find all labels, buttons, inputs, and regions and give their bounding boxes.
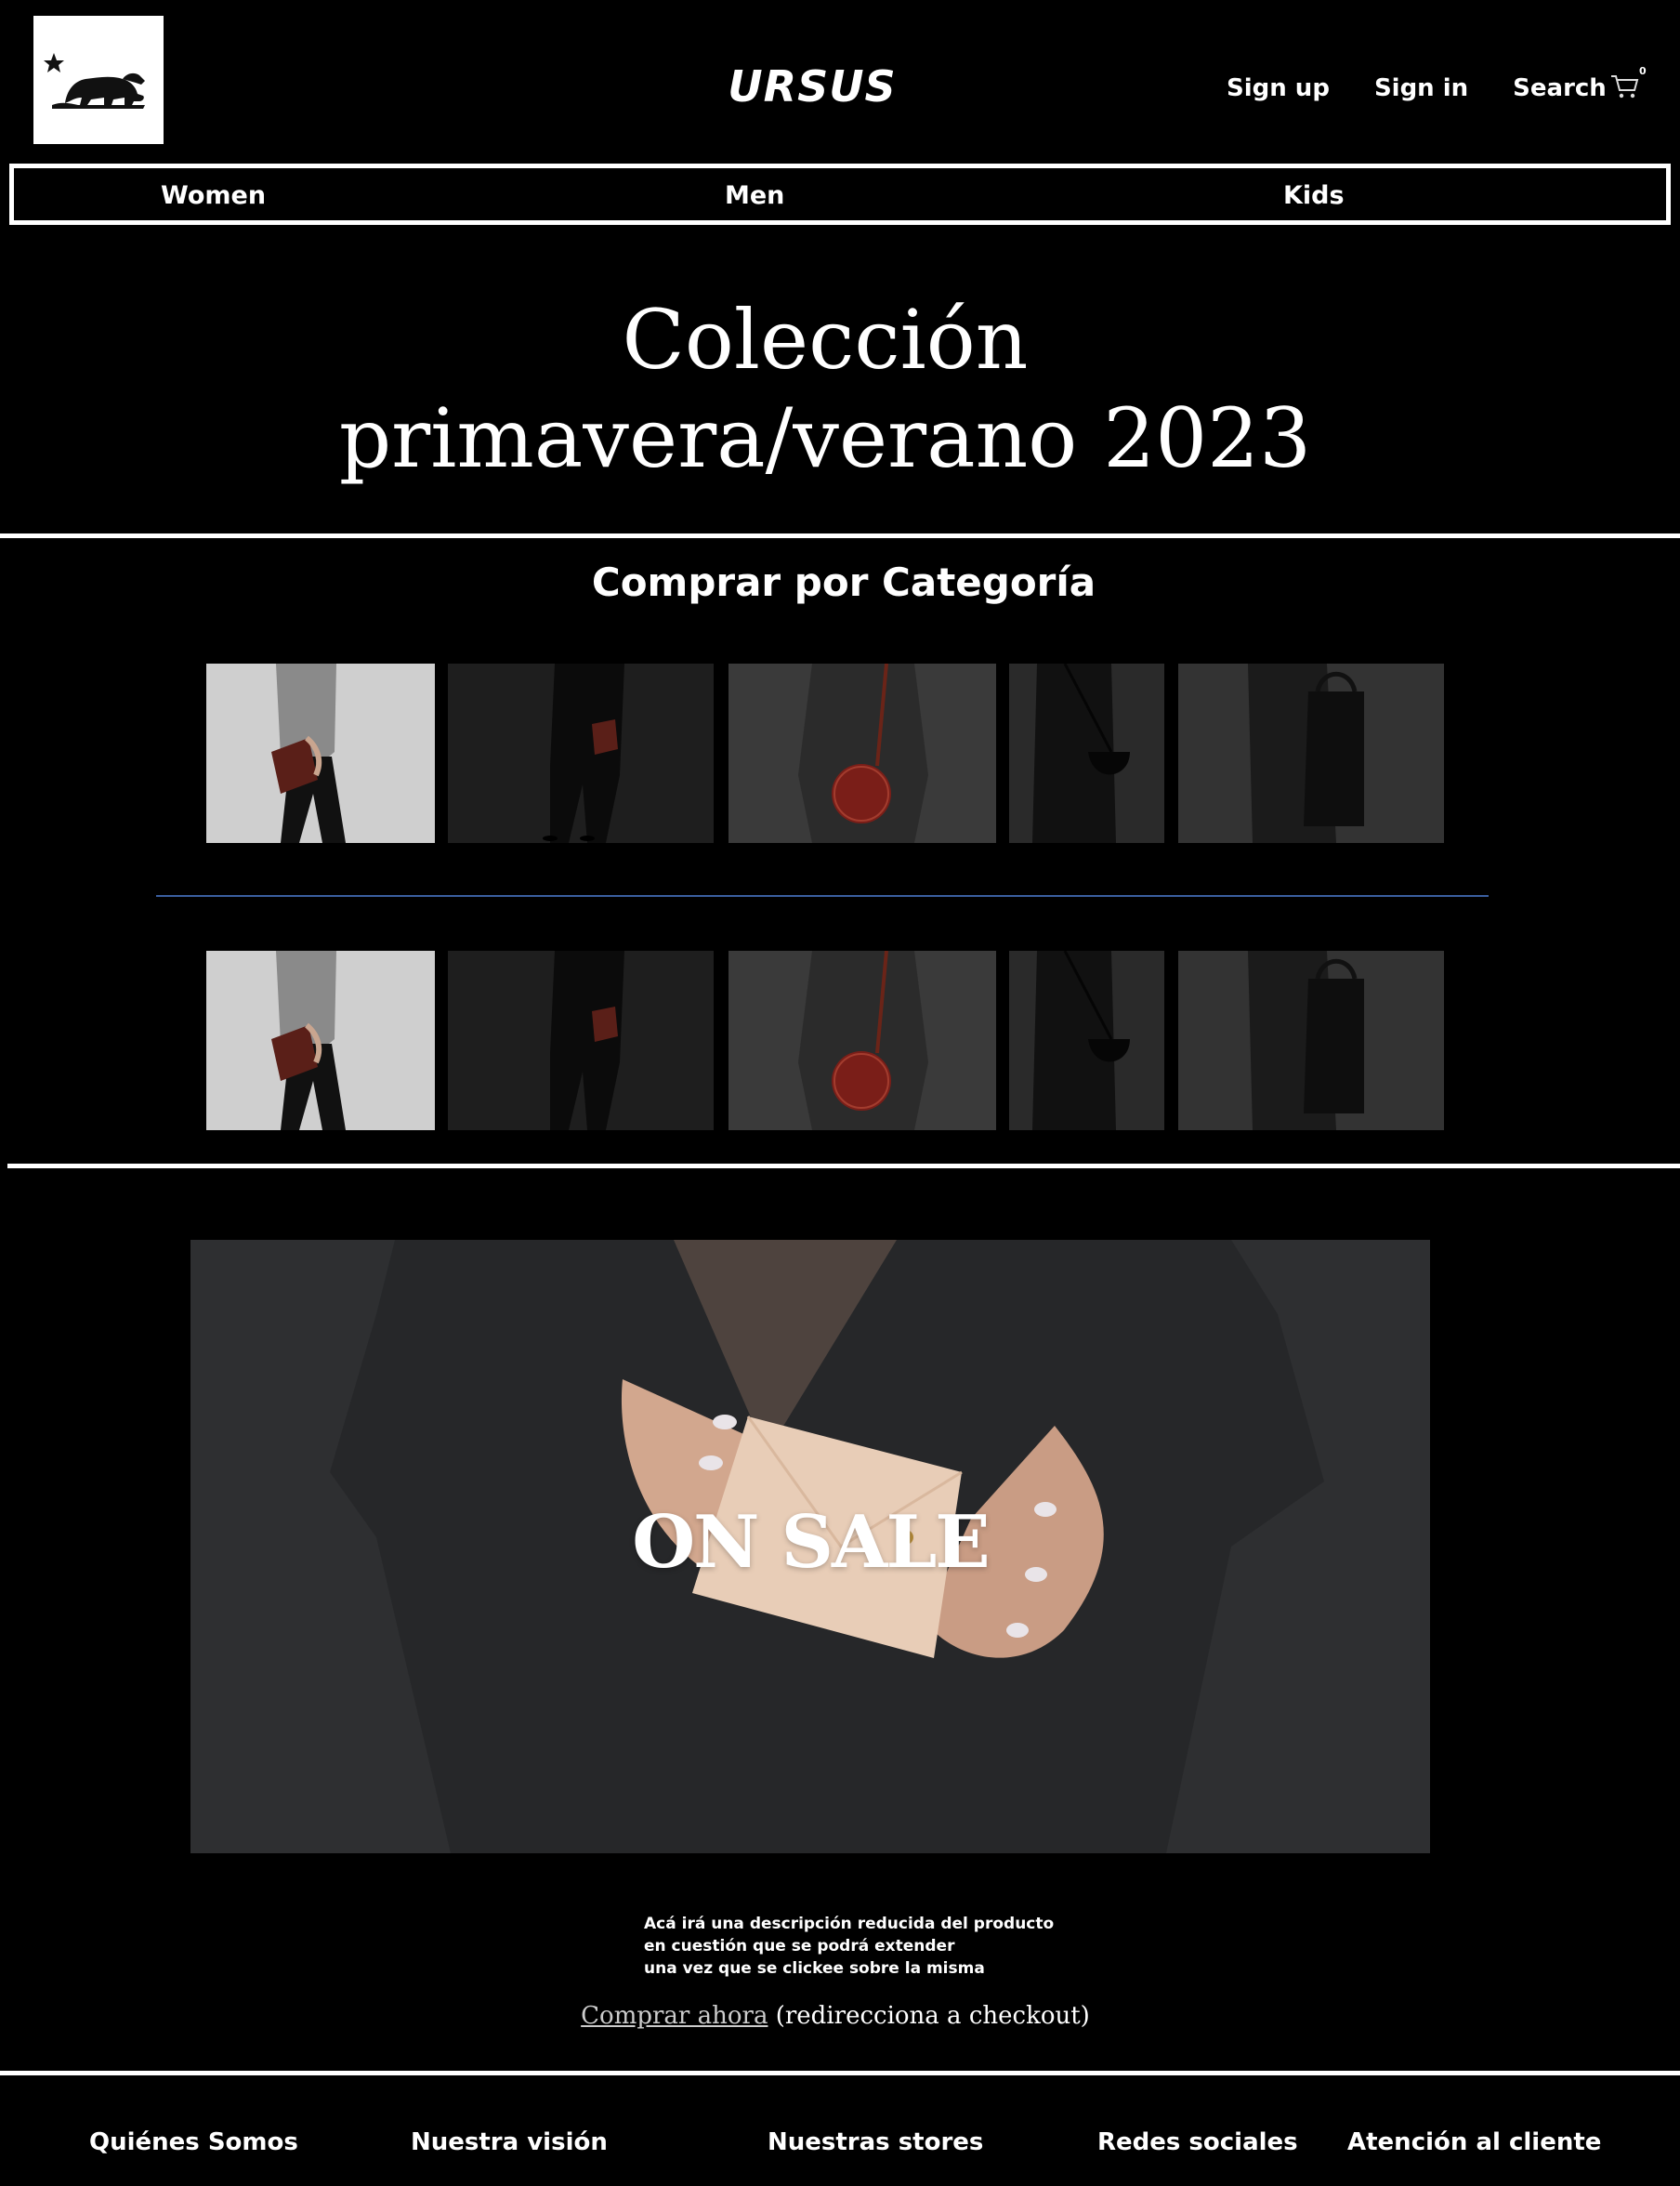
description-line: Acá irá una descripción reducida del pro… [644, 1915, 1055, 1933]
category-thumb-crossbody[interactable] [1009, 951, 1164, 1130]
footer-support-link[interactable]: Atención al cliente [1347, 2128, 1601, 2156]
description-line: en cuestión que se podrá extender [644, 1937, 955, 1956]
nav-kids[interactable]: Kids [1283, 181, 1345, 210]
divider [0, 533, 1680, 538]
divider [0, 2071, 1680, 2075]
on-sale-label[interactable]: ON SALE [190, 1500, 1430, 1585]
category-thumb-dress-clutch[interactable] [448, 664, 714, 843]
category-section-title: Comprar por Categoría [591, 560, 1096, 605]
nav-women[interactable]: Women [161, 181, 266, 210]
category-thumb-tote[interactable] [1178, 664, 1444, 843]
buy-now-note: (redirecciona a checkout) [768, 2002, 1090, 2030]
footer-about-link[interactable]: Quiénes Somos [89, 2128, 298, 2156]
signup-link[interactable]: Sign up [1227, 74, 1330, 102]
nav-men[interactable]: Men [725, 181, 784, 210]
cart-icon[interactable] [1609, 72, 1641, 100]
description-line: una vez que se clickee sobre la misma [644, 1959, 985, 1978]
product-description: Acá irá una descripción reducida del pro… [644, 1913, 1054, 1980]
cart-count-badge: 0 [1639, 65, 1647, 77]
collection-title: Colección primavera/verano 2023 [0, 291, 1650, 488]
category-nav: Women Men Kids [9, 164, 1671, 225]
category-thumb-round-bag[interactable] [728, 951, 996, 1130]
category-thumb-crossbody[interactable] [1009, 664, 1164, 843]
account-links: Sign up Sign in Search [1227, 74, 1607, 102]
footer-vision-link[interactable]: Nuestra visión [411, 2128, 608, 2156]
sale-banner[interactable]: ON SALE [190, 1240, 1430, 1853]
collection-title-line2: primavera/verano 2023 [338, 390, 1312, 486]
thumbnail-divider [156, 895, 1489, 897]
buy-now-row: Comprar ahora (redirecciona a checkout) [0, 2002, 1671, 2030]
category-thumb-dress-clutch[interactable] [448, 951, 714, 1130]
search-link[interactable]: Search [1513, 74, 1607, 102]
footer-social-link[interactable]: Redes sociales [1097, 2128, 1298, 2156]
category-thumb-clutch[interactable] [206, 951, 435, 1130]
collection-title-line1: Colección [622, 292, 1029, 388]
signin-link[interactable]: Sign in [1374, 74, 1468, 102]
category-thumb-round-bag[interactable] [728, 664, 996, 843]
category-thumb-clutch[interactable] [206, 664, 435, 843]
footer-stores-link[interactable]: Nuestras stores [768, 2128, 983, 2156]
divider [7, 1164, 1680, 1168]
category-thumb-tote[interactable] [1178, 951, 1444, 1130]
buy-now-link[interactable]: Comprar ahora [581, 2002, 768, 2030]
